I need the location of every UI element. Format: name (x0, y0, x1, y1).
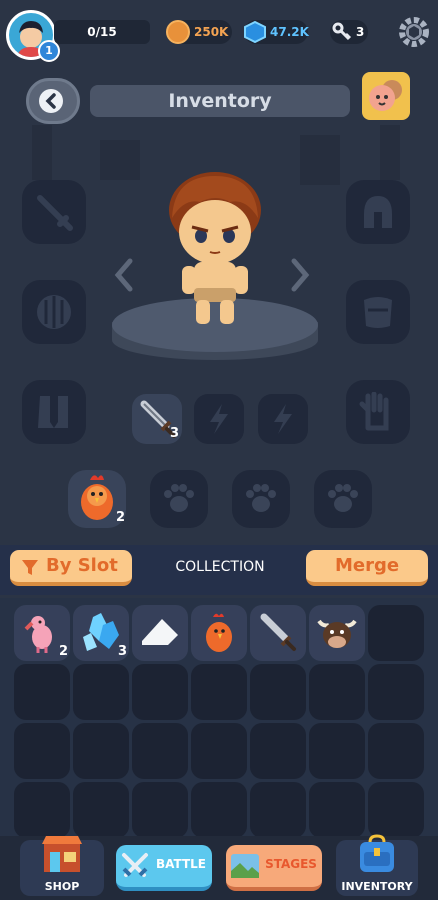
arrow-left-icon[interactable] (114, 258, 134, 292)
coin-icon (166, 20, 190, 44)
paw-icon (328, 484, 358, 512)
skill-slot-1[interactable] (194, 394, 244, 444)
inventory-empty-cell[interactable] (73, 664, 129, 720)
inventory-empty-cell[interactable] (368, 782, 424, 838)
helmet-slot[interactable] (346, 180, 410, 244)
pet-count: 2 (116, 510, 126, 525)
bg-silhouette (100, 140, 140, 180)
crystal-icon (83, 613, 119, 651)
backpack-icon (360, 834, 394, 872)
skill-slot-2[interactable] (258, 394, 308, 444)
chicken-icon (206, 613, 232, 652)
inventory-empty-cell[interactable] (368, 605, 424, 661)
inventory-empty-cell[interactable] (250, 664, 306, 720)
nav-battle-label: BATTLE (156, 857, 206, 871)
xp-bar: 0/15 (54, 20, 150, 44)
character-face-icon (369, 80, 402, 111)
by-slot-label: By Slot (46, 555, 118, 576)
inventory-empty-cell[interactable] (191, 664, 247, 720)
nav-stages-label: STAGES (265, 857, 317, 871)
nav-inventory[interactable]: INVENTORY (336, 834, 418, 896)
page-title: Inventory (90, 85, 350, 117)
armor-outline-icon (364, 297, 392, 328)
pet-slot-3[interactable] (232, 470, 290, 528)
gem-icon (244, 21, 266, 43)
pet-slot-2[interactable] (150, 470, 208, 528)
gloves-slot[interactable] (346, 380, 410, 444)
inventory-item-chicken-pet[interactable] (191, 605, 247, 661)
inventory-item-white-arrow[interactable] (132, 605, 188, 661)
pet-slot-4[interactable] (314, 470, 372, 528)
nav-inventory-label: INVENTORY (341, 880, 413, 893)
inventory-item-sword[interactable] (250, 605, 306, 661)
bg-silhouette (300, 135, 340, 185)
coin-amount: 250K (194, 25, 229, 39)
inventory-item-crystal-gems[interactable]: 3 (73, 605, 129, 661)
item-count: 3 (117, 644, 127, 659)
inventory-empty-cell[interactable] (14, 664, 70, 720)
glove-outline-icon (359, 392, 389, 431)
inventory-empty-cell[interactable] (368, 723, 424, 779)
weapon-slot[interactable] (22, 180, 86, 244)
boots-slot[interactable] (22, 380, 86, 444)
gem-amount: 47.2K (270, 25, 309, 39)
key-icon (332, 22, 352, 41)
inventory-empty-cell[interactable] (309, 782, 365, 838)
key-counter[interactable]: 3 (330, 20, 368, 44)
armor-slot[interactable] (346, 280, 410, 344)
gear-icon[interactable] (398, 16, 430, 48)
sword-icon (260, 613, 296, 651)
paw-icon (246, 484, 276, 512)
lightning-icon (274, 404, 292, 434)
map-icon (231, 854, 259, 878)
lightning-icon (210, 404, 228, 434)
shield-slot[interactable] (22, 280, 86, 344)
inventory-empty-cell[interactable] (132, 664, 188, 720)
merge-button[interactable]: Merge (306, 550, 428, 586)
chevron-left-icon (39, 89, 63, 113)
arrow-piece-icon (142, 619, 178, 645)
inventory-item-bull-pet[interactable] (309, 605, 365, 661)
back-button[interactable] (26, 78, 80, 124)
sword-outline-icon (37, 195, 73, 231)
inventory-empty-cell[interactable] (309, 664, 365, 720)
coin-counter[interactable]: 250K (166, 20, 232, 44)
key-amount: 3 (356, 25, 365, 39)
arrow-right-icon[interactable] (290, 258, 310, 292)
nav-stages[interactable]: STAGES (226, 845, 322, 891)
character-select-button[interactable] (362, 72, 410, 120)
shield-outline-icon (37, 295, 71, 329)
inventory-empty-cell[interactable] (73, 723, 129, 779)
bg-silhouette (380, 125, 400, 180)
player-character (169, 172, 261, 324)
helmet-outline-icon (364, 196, 392, 228)
filter-icon (22, 560, 38, 575)
bull-icon (317, 619, 357, 648)
by-slot-button[interactable]: By Slot (10, 550, 132, 586)
inventory-empty-cell[interactable] (309, 723, 365, 779)
gem-counter[interactable]: 47.2K (244, 20, 309, 44)
inventory-item-flamingo-pet[interactable]: 2 (14, 605, 70, 661)
inventory-empty-cell[interactable] (14, 723, 70, 779)
shop-icon (42, 836, 82, 872)
inventory-empty-cell[interactable] (368, 664, 424, 720)
boots-outline-icon (38, 396, 68, 428)
weapon-count: 3 (170, 426, 180, 441)
nav-shop-label: SHOP (44, 880, 80, 893)
paw-icon (164, 484, 194, 512)
item-count: 2 (58, 644, 68, 659)
flamingo-icon (24, 616, 52, 653)
collection-label: COLLECTION (175, 559, 265, 575)
inventory-empty-cell[interactable] (191, 782, 247, 838)
inventory-empty-cell[interactable] (191, 723, 247, 779)
crossed-swords-icon (122, 853, 148, 877)
inventory-empty-cell[interactable] (250, 723, 306, 779)
inventory-empty-cell[interactable] (250, 782, 306, 838)
inventory-empty-cell[interactable] (132, 782, 188, 838)
nav-shop[interactable]: SHOP (20, 836, 104, 896)
bg-silhouette (32, 125, 52, 180)
nav-battle[interactable]: BATTLE (116, 845, 212, 891)
inventory-empty-cell[interactable] (132, 723, 188, 779)
